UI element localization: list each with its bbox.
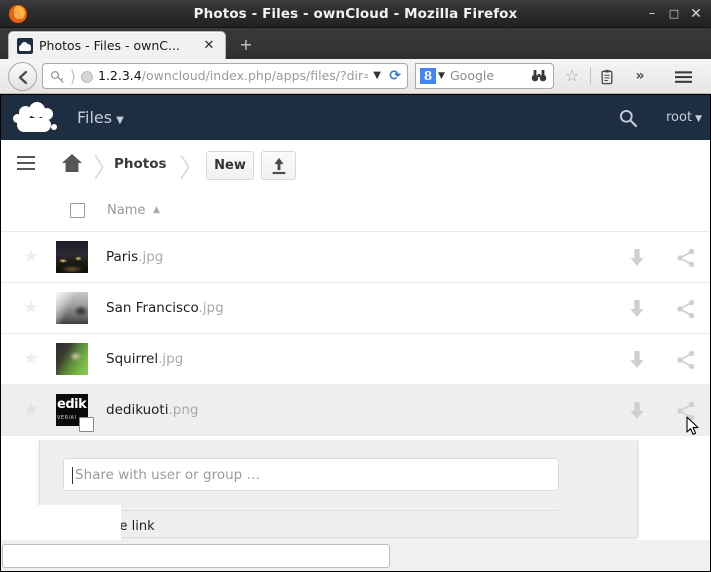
select-all-checkbox[interactable] bbox=[70, 203, 85, 218]
table-row[interactable]: ★ San Francisco.jpg bbox=[1, 283, 710, 334]
minimize-button[interactable]: – bbox=[641, 0, 663, 28]
owncloud-logo-icon[interactable] bbox=[11, 100, 61, 136]
google-engine-icon[interactable]: 8 bbox=[420, 68, 436, 84]
file-thumbnail bbox=[56, 241, 88, 273]
share-icon[interactable] bbox=[675, 298, 697, 320]
file-basename: San Francisco bbox=[106, 300, 199, 316]
file-basename: Squirrel bbox=[106, 351, 159, 367]
upload-button[interactable] bbox=[261, 151, 296, 180]
globe-icon bbox=[81, 71, 93, 83]
file-extension: .jpg bbox=[158, 351, 184, 367]
column-header-name[interactable]: Name bbox=[107, 189, 145, 232]
clipboard-icon[interactable] bbox=[597, 65, 617, 87]
thumbnail-text-main: edik bbox=[57, 397, 87, 412]
owncloud-header: Files ▼ root ▼ bbox=[1, 95, 710, 140]
text-caret bbox=[72, 467, 73, 484]
app-name-files[interactable]: Files ▼ bbox=[77, 95, 124, 140]
tab-strip: Photos - Files - ownC... ✕ + bbox=[0, 28, 711, 59]
overflow-chevron-icon[interactable]: » bbox=[630, 65, 650, 87]
download-icon[interactable] bbox=[626, 349, 648, 371]
tab-label: Photos - Files - ownC... bbox=[39, 38, 180, 53]
file-name[interactable]: dedikuoti.png bbox=[106, 385, 198, 436]
find-bar[interactable] bbox=[2, 544, 390, 568]
back-button[interactable] bbox=[8, 62, 37, 91]
bookmark-star-icon[interactable]: ☆ bbox=[562, 65, 582, 87]
close-button[interactable]: ✕ bbox=[685, 0, 707, 28]
home-icon[interactable] bbox=[61, 153, 83, 173]
upload-icon bbox=[272, 157, 286, 175]
table-row[interactable]: ★ edik VERIAI dedikuoti.png bbox=[1, 385, 710, 436]
share-dropdown-panel: Share with user or group … Share link bbox=[39, 440, 638, 538]
page-content: Files ▼ root ▼ 〉 Photos 〉 New Name ▲ ★ P… bbox=[1, 95, 710, 571]
file-name[interactable]: Paris.jpg bbox=[106, 232, 163, 283]
browser-window: Photos - Files - ownCloud - Mozilla Fire… bbox=[0, 0, 711, 572]
reload-button[interactable]: ⟳ bbox=[389, 64, 401, 88]
file-select-checkbox[interactable] bbox=[79, 417, 94, 432]
controls-bar: 〉 Photos 〉 New bbox=[1, 140, 710, 189]
hamburger-menu-icon[interactable] bbox=[673, 65, 693, 87]
file-thumbnail bbox=[56, 292, 88, 324]
user-name-label: root bbox=[666, 110, 693, 125]
tab-close-icon[interactable]: ✕ bbox=[201, 32, 217, 60]
favorite-star-icon[interactable]: ★ bbox=[23, 350, 41, 368]
share-with-input[interactable]: Share with user or group … bbox=[63, 458, 559, 491]
share-icon[interactable] bbox=[675, 349, 697, 371]
sort-ascending-icon[interactable]: ▲ bbox=[153, 189, 160, 232]
new-button[interactable]: New bbox=[206, 151, 254, 180]
thumbnail-text-sub: VERIAI bbox=[57, 415, 77, 421]
maximize-button[interactable]: □ bbox=[663, 0, 685, 28]
app-navigation-toggle-icon[interactable] bbox=[15, 152, 37, 174]
owncloud-favicon-icon bbox=[17, 38, 33, 54]
toolbar-divider bbox=[590, 67, 591, 85]
binoculars-icon[interactable] bbox=[531, 69, 547, 83]
url-path: /owncloud/index.php/apps/files/?dir= bbox=[141, 68, 368, 83]
file-basename: dedikuoti bbox=[106, 402, 169, 418]
search-icon[interactable] bbox=[618, 108, 638, 128]
breadcrumb-photos[interactable]: Photos bbox=[114, 140, 167, 189]
favorite-star-icon[interactable]: ★ bbox=[23, 299, 41, 317]
file-name[interactable]: Squirrel.jpg bbox=[106, 334, 183, 385]
file-name[interactable]: San Francisco.jpg bbox=[106, 283, 224, 334]
url-host: 1.2.3.4 bbox=[98, 68, 142, 83]
panel-divider bbox=[63, 510, 559, 511]
search-input[interactable]: Google bbox=[450, 64, 494, 88]
tab-photos-files-owncloud[interactable]: Photos - Files - ownC... ✕ bbox=[8, 31, 226, 59]
url-dropdown-icon[interactable]: ▼ bbox=[373, 64, 381, 88]
window-title: Photos - Files - ownCloud - Mozilla Fire… bbox=[193, 6, 518, 22]
favorite-star-icon[interactable]: ★ bbox=[23, 401, 41, 419]
file-extension: .jpg bbox=[198, 300, 224, 316]
file-extension: .png bbox=[168, 402, 199, 418]
file-extension: .jpg bbox=[138, 249, 164, 265]
share-icon[interactable] bbox=[675, 400, 697, 422]
url-text: 1.2.3.4/owncloud/index.php/apps/files/?d… bbox=[98, 64, 368, 88]
chevron-down-icon: ▼ bbox=[116, 115, 124, 126]
search-bar[interactable]: 8 ▼ Google bbox=[415, 63, 554, 89]
favorite-star-icon[interactable]: ★ bbox=[23, 248, 41, 266]
download-icon[interactable] bbox=[626, 400, 648, 422]
search-engine-dropdown-icon[interactable]: ▼ bbox=[438, 64, 445, 88]
file-basename: Paris bbox=[106, 249, 139, 265]
app-name-label: Files bbox=[77, 108, 113, 127]
navigation-toolbar: ⟩ 1.2.3.4/owncloud/index.php/apps/files/… bbox=[0, 59, 711, 94]
table-row[interactable]: ★ Squirrel.jpg bbox=[1, 334, 710, 385]
breadcrumb-separator: 〉 bbox=[179, 154, 206, 184]
share-input-placeholder: Share with user or group … bbox=[75, 467, 261, 483]
key-icon bbox=[50, 70, 64, 83]
download-icon[interactable] bbox=[626, 247, 648, 269]
download-icon[interactable] bbox=[626, 298, 648, 320]
table-row[interactable]: ★ Paris.jpg bbox=[1, 232, 710, 283]
user-menu[interactable]: root ▼ bbox=[666, 95, 702, 140]
share-icon[interactable] bbox=[675, 247, 697, 269]
chevron-down-icon: ▼ bbox=[695, 114, 702, 124]
back-arrow-icon bbox=[18, 70, 28, 85]
new-tab-button[interactable]: + bbox=[236, 36, 256, 56]
file-list-header: Name ▲ bbox=[1, 189, 710, 232]
title-bar: Photos - Files - ownCloud - Mozilla Fire… bbox=[0, 0, 711, 28]
url-separator: ⟩ bbox=[70, 67, 77, 86]
file-thumbnail bbox=[56, 343, 88, 375]
url-bar[interactable]: ⟩ 1.2.3.4/owncloud/index.php/apps/files/… bbox=[42, 63, 408, 89]
